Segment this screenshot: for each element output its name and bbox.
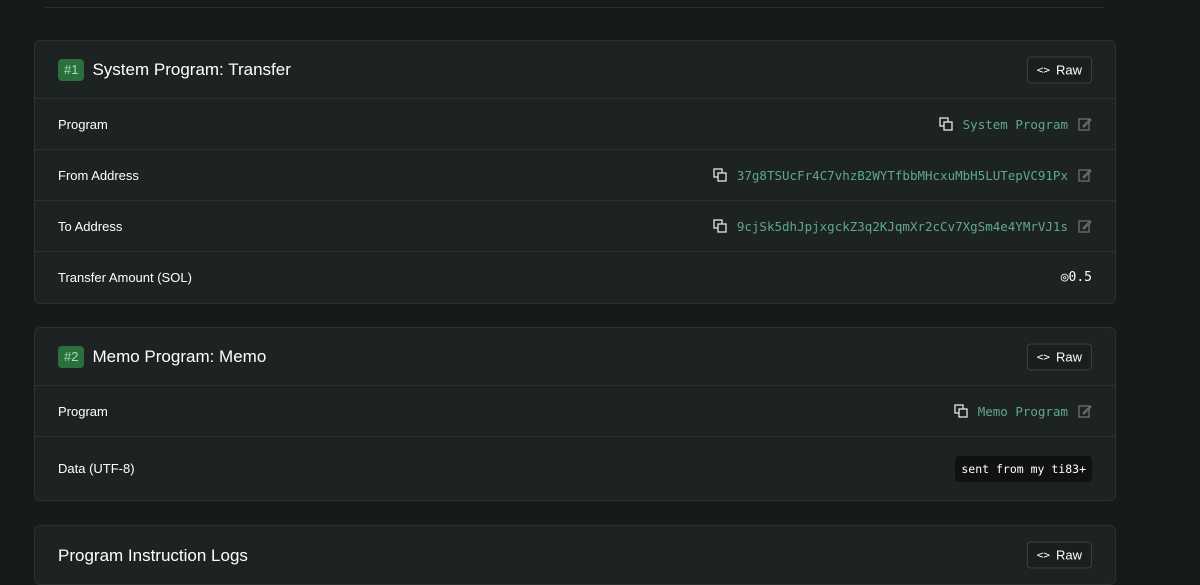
- logs-title: Program Instruction Logs: [58, 546, 248, 565]
- detail-row-transfer-amount: Transfer Amount (SOL) ◎0.5: [35, 252, 1115, 303]
- edit-icon[interactable]: [1078, 168, 1092, 182]
- copy-icon[interactable]: [713, 219, 727, 233]
- instruction-number-badge: #1: [58, 58, 85, 81]
- row-label: From Address: [58, 167, 139, 183]
- instruction-card-header: #2 Memo Program: Memo <> Raw: [35, 328, 1115, 386]
- instruction-title: System Program: Transfer: [92, 59, 291, 79]
- instruction-card-1: #1 System Program: Transfer <> Raw Progr…: [34, 40, 1116, 304]
- to-address-link[interactable]: 9cjSk5dhJpjxgckZ3q2KJqmXr2cCv7XgSm4e4YMr…: [737, 219, 1068, 234]
- row-label: Program: [58, 116, 108, 132]
- detail-row-program: Program Memo Program: [35, 386, 1115, 437]
- row-label: Data (UTF-8): [58, 461, 135, 476]
- program-link[interactable]: System Program: [963, 117, 1068, 132]
- raw-button-label: Raw: [1055, 547, 1082, 563]
- from-address-link[interactable]: 37g8TSUcFr4C7vhzB2WYTfbbMHcxuMbH5LUTepVC…: [737, 168, 1068, 183]
- code-icon: <>: [1036, 63, 1050, 76]
- edit-icon[interactable]: [1078, 117, 1092, 131]
- logs-card-header: Program Instruction Logs <> Raw: [35, 526, 1115, 584]
- instruction-card-2: #2 Memo Program: Memo <> Raw Program Mem…: [34, 327, 1116, 501]
- copy-icon[interactable]: [938, 117, 953, 131]
- code-icon: <>: [1036, 350, 1050, 363]
- detail-row-from-address: From Address 37g8TSUcFr4C7vhzB2WYTfbbMHc…: [35, 150, 1115, 201]
- raw-button-label: Raw: [1055, 349, 1082, 364]
- copy-icon[interactable]: [713, 168, 727, 182]
- raw-button[interactable]: <> Raw: [1026, 541, 1092, 569]
- top-divider: [45, 7, 1104, 8]
- memo-data-value: sent from my ti83+: [955, 455, 1092, 482]
- row-label: Program: [58, 403, 108, 419]
- code-icon: <>: [1036, 548, 1050, 562]
- program-logs-card: Program Instruction Logs <> Raw: [34, 525, 1116, 585]
- instruction-title: Memo Program: Memo: [92, 346, 267, 366]
- row-label: Transfer Amount (SOL): [58, 270, 192, 285]
- detail-row-data: Data (UTF-8) sent from my ti83+: [35, 437, 1115, 500]
- program-link[interactable]: Memo Program: [978, 404, 1068, 419]
- edit-icon[interactable]: [1078, 219, 1092, 233]
- row-label: To Address: [58, 218, 123, 234]
- raw-button[interactable]: <> Raw: [1026, 56, 1092, 83]
- instruction-card-header: #1 System Program: Transfer <> Raw: [35, 41, 1115, 99]
- raw-button-label: Raw: [1055, 62, 1082, 77]
- raw-button[interactable]: <> Raw: [1026, 343, 1092, 370]
- detail-row-program: Program System Program: [35, 99, 1115, 150]
- detail-row-to-address: To Address 9cjSk5dhJpjxgckZ3q2KJqmXr2cCv…: [35, 201, 1115, 252]
- instruction-number-badge: #2: [58, 345, 85, 368]
- copy-icon[interactable]: [954, 404, 968, 418]
- edit-icon[interactable]: [1078, 404, 1092, 418]
- transfer-amount-value: ◎0.5: [1060, 270, 1092, 285]
